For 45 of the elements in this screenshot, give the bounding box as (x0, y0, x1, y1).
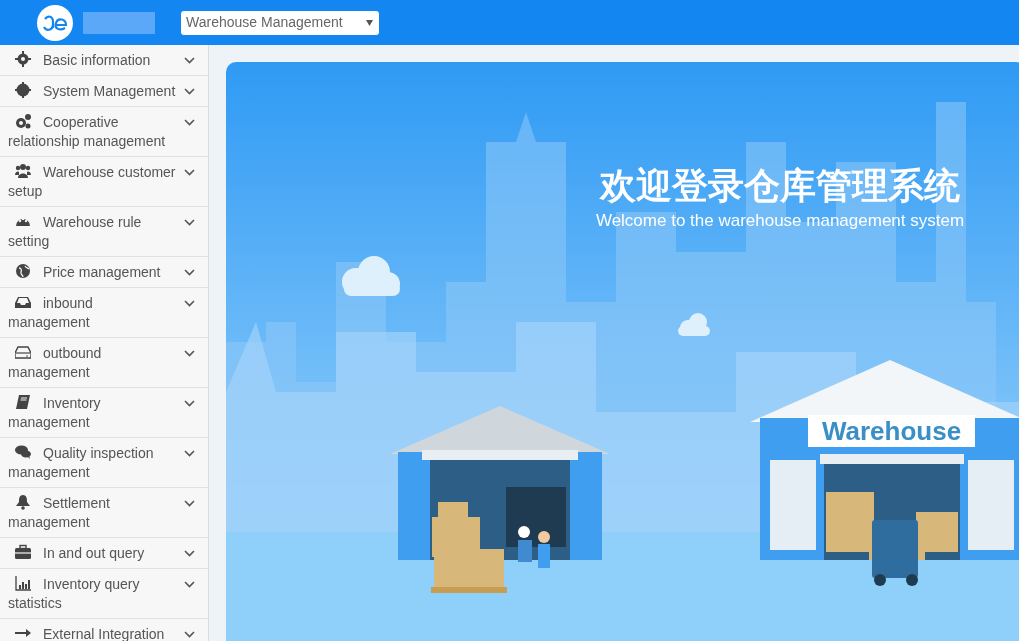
sidebar-item[interactable]: Price management (0, 257, 208, 288)
hard-drive-icon (15, 344, 31, 360)
sidebar-item[interactable]: Settlement management (0, 488, 208, 538)
sidebar-item[interactable]: Inventory management (0, 388, 208, 438)
sidebar-item[interactable]: outbound management (0, 338, 208, 388)
logo-icon (37, 4, 73, 41)
globe-icon (15, 263, 31, 279)
sidebar-item[interactable]: inbound management (0, 288, 208, 338)
blurred-title (83, 11, 155, 34)
inbox-icon (15, 294, 31, 310)
chevron-down-icon (184, 300, 195, 307)
module-select[interactable]: Warehouse Management (181, 10, 379, 35)
users-icon (15, 163, 31, 179)
banner-subtitle: Welcome to the warehouse management system (594, 210, 966, 232)
sidebar-item[interactable]: System Management (0, 76, 208, 107)
chevron-down-icon (184, 450, 195, 457)
sidebar-item[interactable]: Cooperative relationship management (0, 107, 208, 157)
chevron-down-icon (184, 269, 195, 276)
chevron-down-icon (184, 400, 195, 407)
chevron-down-icon (184, 119, 195, 126)
sidebar-item[interactable]: Quality inspection management (0, 438, 208, 488)
warehouse-sign: Warehouse (820, 415, 963, 447)
briefcase-icon (15, 544, 31, 560)
chevron-down-icon (184, 631, 195, 638)
chevron-down-icon (184, 500, 195, 507)
book-icon (15, 394, 31, 410)
sidebar-item[interactable]: External Integration (0, 619, 208, 641)
sidebar-item[interactable]: In and out query (0, 538, 208, 569)
chat-icon (15, 444, 31, 460)
sidebar-item[interactable]: Basic information (0, 45, 208, 76)
chevron-down-icon (184, 581, 195, 588)
sidebar-item[interactable]: Warehouse rule setting (0, 207, 208, 257)
sidebar-item[interactable]: Warehouse customer setup (0, 157, 208, 207)
bar-chart-icon (15, 575, 31, 591)
banner-title: 欢迎登录仓库管理系统 (598, 164, 961, 208)
dropdown-caret-icon (366, 19, 373, 26)
bell-icon (15, 494, 31, 510)
gears-icon (15, 113, 31, 129)
sidebar-item[interactable]: Inventory query statistics (0, 569, 208, 619)
chevron-down-icon (184, 57, 195, 64)
chevron-down-icon (184, 88, 195, 95)
chevron-down-icon (184, 350, 195, 357)
chevron-down-icon (184, 169, 195, 176)
chevron-down-icon (184, 219, 195, 226)
chevron-down-icon (184, 550, 195, 557)
